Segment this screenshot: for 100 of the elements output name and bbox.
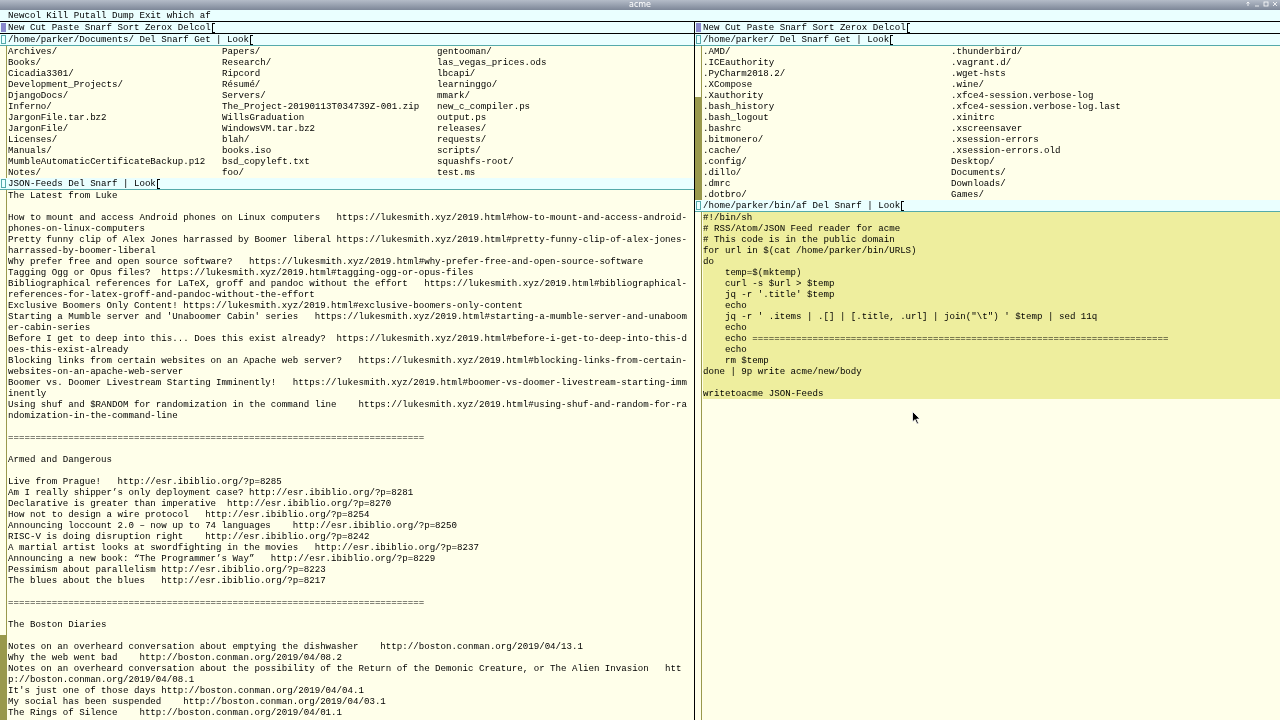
file-entry[interactable]: mmark/: [437, 90, 470, 101]
file-entry[interactable]: Résumé/: [222, 79, 261, 90]
file-entry[interactable]: Games/: [951, 189, 984, 200]
mouse-pointer-icon: [912, 411, 921, 425]
file-entry[interactable]: .dotbro/: [703, 189, 747, 200]
file-entry[interactable]: The_Project-20190113T034739Z-001.zip: [222, 101, 420, 112]
tag-text[interactable]: /home/parker/Documents/ Del Snarf Get | Look: [8, 34, 249, 45]
file-entry[interactable]: .ICEauthority: [703, 57, 775, 68]
file-entry[interactable]: .XCompose: [703, 79, 753, 90]
file-entry[interactable]: WindowsVM.tar.bz2: [222, 123, 316, 134]
column-tag[interactable]: New Cut Paste Snarf Sort Zerox Delcol: [695, 22, 1280, 34]
column-handle-icon[interactable]: [1, 23, 6, 32]
file-entry[interactable]: .wget-hsts: [951, 68, 1006, 79]
file-entry[interactable]: WillsGraduation: [222, 112, 305, 123]
file-entry[interactable]: test.ms: [437, 167, 476, 178]
file-entry[interactable]: .xsession-errors: [951, 134, 1039, 145]
tag-text[interactable]: JSON-Feeds Del Snarf | Look: [8, 178, 156, 189]
window-handle-icon[interactable]: [696, 201, 701, 210]
file-entry[interactable]: Books/: [8, 57, 41, 68]
file-entry[interactable]: squashfs-root/: [437, 156, 514, 167]
file-entry[interactable]: .vagrant.d/: [951, 57, 1012, 68]
file-entry[interactable]: Notes/: [8, 167, 41, 178]
file-entry[interactable]: MumbleAutomaticCertificateBackup.p12: [8, 156, 206, 167]
text-line: How to mount and access Android phones on Linux computers https://lukesmith.xyz/2019.html#how-to-mount-and-access-android-phones-on-linux-computers: [8, 212, 687, 234]
file-entry[interactable]: Development_Projects/: [8, 79, 123, 90]
text-line: Using shuf and $RANDOM for randomization in the command line https://lukesmith.xyz/2019.html#using-shuf-and-random-for-randomization-in-the-command-line: [8, 399, 687, 421]
file-entry[interactable]: JargonFile/: [8, 123, 69, 134]
file-entry[interactable]: requests/: [437, 134, 487, 145]
window-tag[interactable]: /home/parker/Documents/ Del Snarf Get | Look: [0, 34, 694, 46]
file-entry[interactable]: learninggo/: [437, 79, 498, 90]
file-entry[interactable]: .PyCharm2018.2/: [703, 68, 786, 79]
tag-text[interactable]: /home/parker/ Del Snarf Get | Look: [703, 34, 890, 45]
file-entry[interactable]: .config/: [703, 156, 747, 167]
file-entry[interactable]: Desktop/: [951, 156, 995, 167]
file-entry[interactable]: .AMD/: [703, 46, 731, 57]
file-entry[interactable]: .xinitrc: [951, 112, 995, 123]
row-tag[interactable]: Newcol Kill Putall Dump Exit which af: [0, 10, 1280, 22]
file-entry[interactable]: Documents/: [951, 167, 1006, 178]
text-line: for url in $(cat /home/parker/bin/URLS): [703, 245, 918, 256]
tag-text[interactable]: New Cut Paste Snarf Sort Zerox Delcol: [8, 22, 211, 33]
pin-icon[interactable]: [1245, 1, 1251, 7]
file-entry[interactable]: blah/: [222, 134, 250, 145]
file-entry[interactable]: new_c_compiler.ps: [437, 101, 531, 112]
file-entry[interactable]: .bash_logout: [703, 112, 769, 123]
file-entry[interactable]: DjangoDocs/: [8, 90, 69, 101]
scroll-thumb[interactable]: [695, 46, 701, 97]
file-entry[interactable]: output.ps: [437, 112, 487, 123]
file-entry[interactable]: Licenses/: [8, 134, 58, 145]
file-entry[interactable]: .dmrc: [703, 178, 731, 189]
window-tag[interactable]: /home/parker/ Del Snarf Get | Look: [695, 34, 1280, 46]
scroll-thumb[interactable]: [0, 190, 6, 636]
file-entry[interactable]: releases/: [437, 123, 487, 134]
file-entry[interactable]: .xsession-errors.old: [951, 145, 1061, 156]
file-entry[interactable]: scripts/: [437, 145, 481, 156]
file-entry[interactable]: bsd_copyleft.txt: [222, 156, 310, 167]
window-tag[interactable]: JSON-Feeds Del Snarf | Look: [0, 178, 694, 190]
maximize-icon[interactable]: [1263, 1, 1269, 7]
file-entry[interactable]: foo/: [222, 167, 244, 178]
file-entry[interactable]: books.iso: [222, 145, 272, 156]
file-entry[interactable]: lbcapi/: [437, 68, 476, 79]
column-handle-icon[interactable]: [696, 23, 701, 32]
text-line: do: [703, 256, 715, 267]
column-tag[interactable]: New Cut Paste Snarf Sort Zerox Delcol: [0, 22, 694, 34]
file-entry[interactable]: .Xauthority: [703, 90, 764, 101]
file-entry[interactable]: Cicadia3301/: [8, 68, 74, 79]
file-entry[interactable]: las_vegas_prices.ods: [437, 57, 547, 68]
file-entry[interactable]: Archives/: [8, 46, 58, 57]
file-entry[interactable]: JargonFile.tar.bz2: [8, 112, 107, 123]
window-handle-icon[interactable]: [1, 179, 6, 188]
tag-text[interactable]: /home/parker/bin/af Del Snarf | Look: [703, 200, 901, 211]
close-icon[interactable]: [1272, 1, 1278, 7]
window-handle-icon[interactable]: [1, 35, 6, 44]
file-entry[interactable]: .bashrc: [703, 123, 742, 134]
file-entry[interactable]: .xfce4-session.verbose-log: [951, 90, 1094, 101]
file-entry[interactable]: Downloads/: [951, 178, 1006, 189]
file-entry[interactable]: Inferno/: [8, 101, 52, 112]
tag-text[interactable]: New Cut Paste Snarf Sort Zerox Delcol: [703, 22, 906, 33]
file-entry[interactable]: .wine/: [951, 79, 984, 90]
text-line: Announcing a new book: “The Programmer’s Way” http://esr.ibiblio.org/?p=8229: [8, 553, 437, 564]
file-entry[interactable]: .bitmonero/: [703, 134, 764, 145]
file-entry[interactable]: Research/: [222, 57, 272, 68]
text-line: echo: [723, 322, 748, 333]
text-line: Notes on an overheard conversation about the possibility of the Return of the Demonic Creature, or The Alien Invasion http://boston.conman.org/2019/04/08.1: [8, 663, 683, 685]
file-entry[interactable]: .thunderbird/: [951, 46, 1023, 57]
file-entry[interactable]: Servers/: [222, 90, 266, 101]
file-entry[interactable]: .xscreensaver: [951, 123, 1023, 134]
file-entry[interactable]: .cache/: [703, 145, 742, 156]
text-line: Live from Prague! http://esr.ibiblio.org/?p=8285: [8, 476, 283, 487]
window-tag[interactable]: /home/parker/bin/af Del Snarf | Look: [695, 200, 1280, 212]
file-entry[interactable]: Ripcord: [222, 68, 261, 79]
file-entry[interactable]: .dillo/: [703, 167, 742, 178]
text-line: How not to design a wire protocol http://esr.ibiblio.org/?p=8254: [8, 509, 371, 520]
window-handle-icon[interactable]: [696, 35, 701, 44]
file-entry[interactable]: Papers/: [222, 46, 261, 57]
tag-text[interactable]: Newcol Kill Putall Dump Exit which af: [8, 10, 211, 21]
file-entry[interactable]: .bash_history: [703, 101, 775, 112]
text-line: Tagging Ogg or Opus files? https://lukesmith.xyz/2019.html#tagging-ogg-or-opus-files: [8, 267, 475, 278]
file-entry[interactable]: Manuals/: [8, 145, 52, 156]
file-entry[interactable]: gentooman/: [437, 46, 492, 57]
file-entry[interactable]: .xfce4-session.verbose-log.last: [951, 101, 1121, 112]
